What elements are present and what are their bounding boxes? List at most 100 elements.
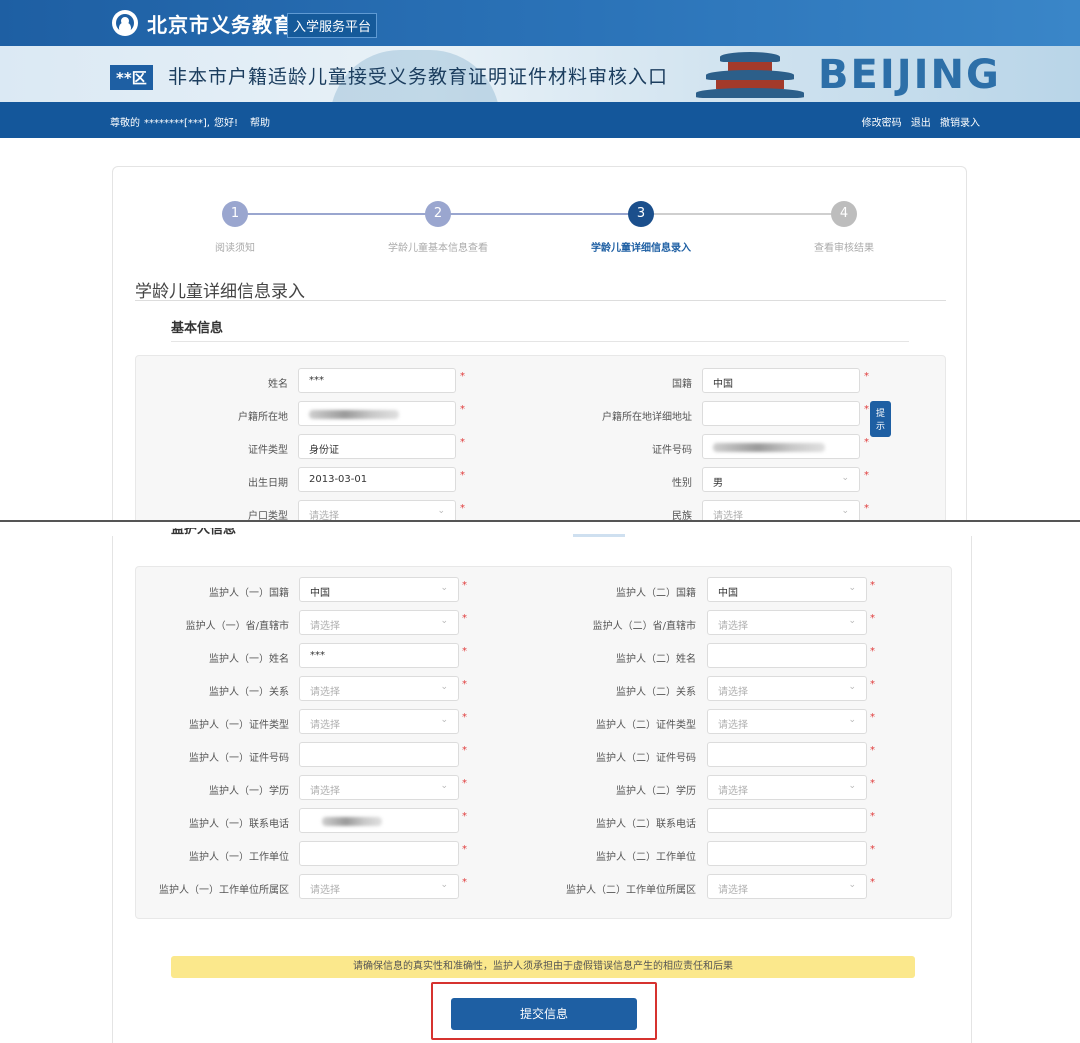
required-mark: * xyxy=(460,503,465,514)
birth-date-label: 出生日期 xyxy=(248,478,288,489)
required-mark: * xyxy=(864,470,869,481)
guardian2-input[interactable] xyxy=(707,643,867,668)
guardian2-input[interactable] xyxy=(707,808,867,833)
required-mark: * xyxy=(870,580,875,591)
hukou-address-input[interactable] xyxy=(702,401,860,426)
id-number-input[interactable] xyxy=(702,434,860,459)
guardian1-field-label: 监护人（一）证件号码 xyxy=(189,753,289,764)
banner-beijing-text: BEIJING xyxy=(818,52,1001,98)
guardian2-select[interactable]: 请选择 ⌄ xyxy=(707,874,867,899)
guardian1-select[interactable]: 请选择 ⌄ xyxy=(299,775,459,800)
guardian2-field-label: 监护人（二）工作单位 xyxy=(596,852,696,863)
guardian2-input[interactable] xyxy=(707,742,867,767)
required-mark: * xyxy=(864,503,869,514)
redacted-value xyxy=(309,410,399,419)
nationality-label: 国籍 xyxy=(672,379,692,390)
form-card: 1 2 3 4 阅读须知 学龄儿童基本信息查看 学龄儿童详细信息录入 查看审核结… xyxy=(112,166,967,520)
guardian1-input[interactable] xyxy=(299,841,459,866)
temple-of-heaven-icon xyxy=(690,48,810,100)
step-3-label: 学龄儿童详细信息录入 xyxy=(591,243,691,254)
required-mark: * xyxy=(864,371,869,382)
guardian2-select[interactable]: 请选择 ⌄ xyxy=(707,676,867,701)
page-title: 非本市户籍适龄儿童接受义务教育证明证件材料审核入口 xyxy=(168,66,669,88)
required-mark: * xyxy=(462,844,467,855)
gender-select[interactable]: 男 ⌄ xyxy=(702,467,860,492)
guardian1-select[interactable]: 请选择 ⌄ xyxy=(299,610,459,635)
guardian2-field-label: 监护人（二）学历 xyxy=(616,786,696,797)
required-mark: * xyxy=(462,613,467,624)
hukou-type-select[interactable]: 请选择 ⌄ xyxy=(298,500,456,520)
guardian2-select[interactable]: 请选择 ⌄ xyxy=(707,775,867,800)
submit-button[interactable]: 提交信息 xyxy=(451,998,637,1030)
guardian2-input[interactable] xyxy=(707,841,867,866)
user-greeting: 尊敬的 ********[***], 您好! 帮助 xyxy=(110,114,274,129)
field-value: 中国 xyxy=(718,588,738,599)
field-placeholder: 请选择 xyxy=(718,621,748,632)
required-mark: * xyxy=(462,811,467,822)
step-1-label: 阅读须知 xyxy=(215,243,255,254)
required-mark: * xyxy=(870,778,875,789)
name-input[interactable]: *** xyxy=(298,368,456,393)
user-nav-bar: 尊敬的 ********[***], 您好! 帮助 修改密码 退出 撤销录入 xyxy=(0,102,1080,138)
required-mark: * xyxy=(870,679,875,690)
chevron-down-icon: ⌄ xyxy=(848,583,856,593)
step-connector xyxy=(438,213,641,215)
required-mark: * xyxy=(870,844,875,855)
chevron-down-icon: ⌄ xyxy=(841,506,849,516)
guardian1-field-label: 监护人（一）工作单位所属区 xyxy=(159,885,289,896)
step-3-circle: 3 xyxy=(628,201,654,227)
redacted-value xyxy=(322,817,382,826)
birth-date-input[interactable]: 2013-03-01 xyxy=(298,467,456,492)
help-link[interactable]: 帮助 xyxy=(250,118,270,129)
cancel-entry-link[interactable]: 撤销录入 xyxy=(940,118,980,129)
guardian2-field-label: 监护人（二）关系 xyxy=(616,687,696,698)
guardian1-select[interactable]: 请选择 ⌄ xyxy=(299,709,459,734)
required-mark: * xyxy=(462,580,467,591)
guardian2-select[interactable]: 中国 ⌄ xyxy=(707,577,867,602)
guardian1-field-label: 监护人（一）国籍 xyxy=(209,588,289,599)
ethnicity-select[interactable]: 请选择 ⌄ xyxy=(702,500,860,520)
required-mark: * xyxy=(864,437,869,448)
logout-link[interactable]: 退出 xyxy=(911,118,931,129)
guardian2-field-label: 监护人（二）联系电话 xyxy=(596,819,696,830)
greeting-prefix: 尊敬的 xyxy=(110,118,140,129)
chevron-down-icon: ⌄ xyxy=(440,682,448,692)
guardian1-select[interactable]: 中国 ⌄ xyxy=(299,577,459,602)
required-mark: * xyxy=(462,712,467,723)
required-mark: * xyxy=(462,646,467,657)
guardian1-select[interactable]: 请选择 ⌄ xyxy=(299,676,459,701)
field-placeholder: 请选择 xyxy=(310,786,340,797)
step-1-circle: 1 xyxy=(222,201,248,227)
section-divider xyxy=(135,300,946,301)
id-type-label: 证件类型 xyxy=(248,445,288,456)
nationality-input[interactable]: 中国 xyxy=(702,368,860,393)
guardian1-input[interactable] xyxy=(299,742,459,767)
user-actions: 修改密码 退出 撤销录入 xyxy=(856,114,980,129)
chevron-down-icon: ⌄ xyxy=(437,506,445,516)
field-placeholder: 请选择 xyxy=(718,687,748,698)
chevron-down-icon: ⌄ xyxy=(440,781,448,791)
guardian1-field-label: 监护人（一）联系电话 xyxy=(189,819,289,830)
hukou-type-placeholder: 请选择 xyxy=(309,511,339,520)
disclaimer-notice: 请确保信息的真实性和准确性，监护人须承担由于虚假错误信息产生的相应责任和后果 xyxy=(171,956,915,978)
required-mark: * xyxy=(870,877,875,888)
required-mark: * xyxy=(870,712,875,723)
submit-highlight-box: 提交信息 xyxy=(431,982,657,1040)
hukou-location-input[interactable] xyxy=(298,401,456,426)
hint-button[interactable]: 提示 xyxy=(870,401,892,437)
chevron-down-icon: ⌄ xyxy=(440,880,448,890)
guardian1-input[interactable] xyxy=(299,808,459,833)
required-mark: * xyxy=(460,470,465,481)
required-mark: * xyxy=(462,745,467,756)
guardian1-select[interactable]: 请选择 ⌄ xyxy=(299,874,459,899)
id-type-input[interactable]: 身份证 xyxy=(298,434,456,459)
guardian2-select[interactable]: 请选择 ⌄ xyxy=(707,709,867,734)
ethnicity-placeholder: 请选择 xyxy=(713,511,743,520)
required-mark: * xyxy=(462,877,467,888)
name-label: 姓名 xyxy=(268,379,288,390)
guardian1-field-label: 监护人（一）证件类型 xyxy=(189,720,289,731)
guardian2-select[interactable]: 请选择 ⌄ xyxy=(707,610,867,635)
guardian1-field-label: 监护人（一）姓名 xyxy=(209,654,289,665)
change-password-link[interactable]: 修改密码 xyxy=(862,118,902,129)
guardian1-input[interactable]: *** xyxy=(299,643,459,668)
